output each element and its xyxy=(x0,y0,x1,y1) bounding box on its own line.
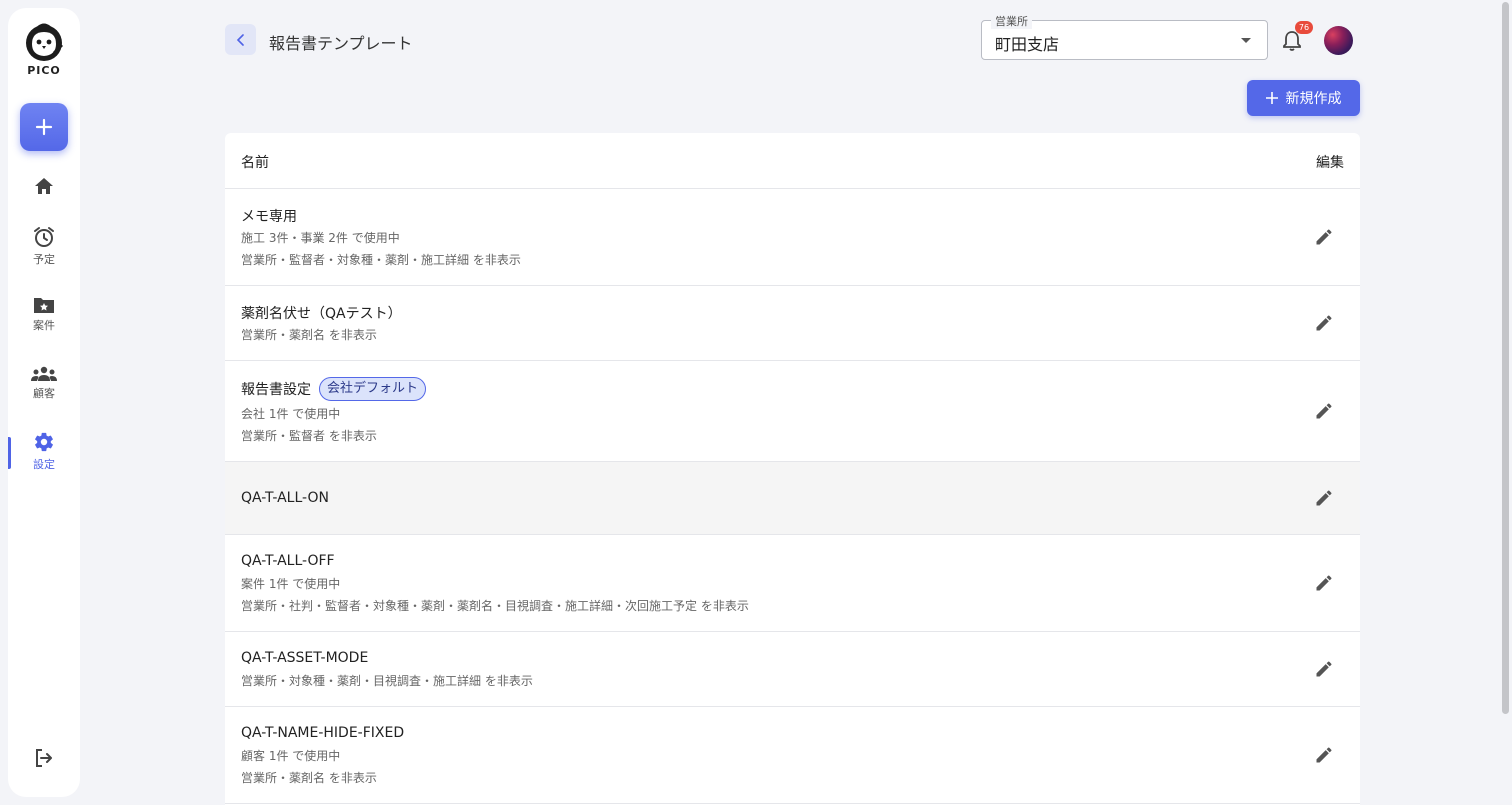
edit-button[interactable] xyxy=(1311,570,1337,596)
pencil-icon xyxy=(1316,661,1332,677)
table-row[interactable]: 薬剤名伏せ（QAテスト） 営業所・薬剤名 を非表示 xyxy=(225,286,1360,361)
row-name: 薬剤名伏せ（QAテスト） xyxy=(241,306,402,322)
back-button[interactable] xyxy=(225,24,256,55)
column-header-edit: 編集 xyxy=(1316,155,1344,171)
edit-button[interactable] xyxy=(1311,656,1337,682)
sidebar-item-label: 顧客 xyxy=(33,387,55,400)
pencil-icon xyxy=(1316,403,1332,419)
default-chip: 会社デフォルト xyxy=(319,377,427,401)
create-fab-button[interactable] xyxy=(20,103,68,151)
penguin-logo-icon xyxy=(26,23,63,61)
pencil-icon xyxy=(1316,575,1332,591)
row-hidden-fields: 営業所・監督者・対象種・薬剤・施工詳細 を非表示 xyxy=(241,253,521,267)
row-usage: 顧客 1件 で使用中 xyxy=(241,749,341,763)
pencil-icon xyxy=(1316,229,1332,245)
sidebar-item-label: 設定 xyxy=(33,458,55,471)
sidebar-item-cases[interactable]: 案件 xyxy=(8,296,80,333)
row-hidden-fields: 営業所・対象種・薬剤・目視調査・施工詳細 を非表示 xyxy=(241,674,533,688)
row-hidden-fields: 営業所・社判・監督者・対象種・薬剤・薬剤名・目視調査・施工詳細・次回施工予定 を… xyxy=(241,599,749,613)
scrollbar[interactable] xyxy=(1500,0,1512,805)
edit-button[interactable] xyxy=(1311,224,1337,250)
row-name: QA-T-NAME-HIDE-FIXED xyxy=(241,725,405,741)
row-name: QA-T-ASSET-MODE xyxy=(241,650,369,666)
row-name: 報告書設定 xyxy=(241,382,311,398)
pencil-icon xyxy=(1316,315,1332,331)
logo-text: PICO xyxy=(27,64,61,77)
page-title: 報告書テンプレート xyxy=(269,34,413,53)
new-template-button-label: 新規作成 xyxy=(1285,91,1342,107)
plus-icon xyxy=(35,118,53,136)
sidebar-item-label: 案件 xyxy=(33,319,55,332)
table-row[interactable]: QA-T-NAME-HIDE-FIXED 顧客 1件 で使用中 営業所・薬剤名 … xyxy=(225,707,1360,804)
templates-table: 名前 編集 メモ専用 施工 3件・事業 2件 で使用中 営業所・監督者・対象種・… xyxy=(225,133,1360,805)
folder-star-icon xyxy=(34,298,54,313)
sidebar-item-home[interactable] xyxy=(8,177,80,198)
row-hidden-fields: 営業所・薬剤名 を非表示 xyxy=(241,771,377,785)
new-template-button[interactable]: 新規作成 xyxy=(1247,80,1360,116)
notification-badge: 76 xyxy=(1295,21,1313,34)
caret-down-icon xyxy=(1241,38,1251,43)
alarm-clock-icon xyxy=(34,227,54,247)
sidebar-item-settings[interactable]: 設定 xyxy=(8,431,80,472)
edit-button[interactable] xyxy=(1311,398,1337,424)
plus-icon xyxy=(1265,92,1278,104)
row-name: メモ専用 xyxy=(241,209,297,225)
sidebar-item-label: 予定 xyxy=(33,253,55,266)
logout-button[interactable] xyxy=(8,748,80,771)
sidebar-item-customers[interactable]: 顧客 xyxy=(8,366,80,401)
row-hidden-fields: 営業所・薬剤名 を非表示 xyxy=(241,328,377,342)
row-name: QA-T-ALL-ON xyxy=(241,490,329,506)
table-row[interactable]: QA-T-ALL-ON xyxy=(225,462,1360,535)
table-header: 名前 編集 xyxy=(225,133,1360,189)
gear-icon xyxy=(35,432,53,452)
row-hidden-fields: 営業所・監督者 を非表示 xyxy=(241,429,377,443)
pencil-icon xyxy=(1316,747,1332,763)
logout-icon xyxy=(36,749,52,767)
logo[interactable]: PICO xyxy=(8,22,80,77)
row-usage: 会社 1件 で使用中 xyxy=(241,407,341,421)
scrollbar-thumb[interactable] xyxy=(1502,2,1509,714)
office-select-value: 町田支店 xyxy=(995,35,1060,54)
avatar[interactable] xyxy=(1324,26,1353,55)
row-usage: 案件 1件 で使用中 xyxy=(241,577,341,591)
pencil-icon xyxy=(1316,490,1332,506)
chevron-left-icon xyxy=(236,33,244,46)
notifications-button[interactable] xyxy=(1282,30,1302,56)
home-icon xyxy=(35,178,53,194)
row-name: QA-T-ALL-OFF xyxy=(241,553,335,569)
edit-button[interactable] xyxy=(1311,310,1337,336)
edit-button[interactable] xyxy=(1311,485,1337,511)
table-row[interactable]: QA-T-ASSET-MODE 営業所・対象種・薬剤・目視調査・施工詳細 を非表… xyxy=(225,632,1360,707)
table-row[interactable]: QA-T-ALL-OFF 案件 1件 で使用中 営業所・社判・監督者・対象種・薬… xyxy=(225,535,1360,632)
sidebar-item-schedule[interactable]: 予定 xyxy=(8,226,80,267)
table-row[interactable]: メモ専用 施工 3件・事業 2件 で使用中 営業所・監督者・対象種・薬剤・施工詳… xyxy=(225,189,1360,286)
table-row[interactable]: 報告書設定 会社デフォルト 会社 1件 で使用中 営業所・監督者 を非表示 xyxy=(225,361,1360,462)
office-select[interactable]: 営業所 町田支店 xyxy=(981,13,1268,60)
column-header-name: 名前 xyxy=(241,155,269,171)
office-select-label: 営業所 xyxy=(991,13,1032,29)
row-usage: 施工 3件・事業 2件 で使用中 xyxy=(241,231,400,245)
sidebar: PICO 予定 案件 顧客 設定 xyxy=(8,8,80,797)
edit-button[interactable] xyxy=(1311,742,1337,768)
row-name-wrap: 報告書設定 会社デフォルト xyxy=(241,377,427,401)
people-group-icon xyxy=(31,366,57,381)
